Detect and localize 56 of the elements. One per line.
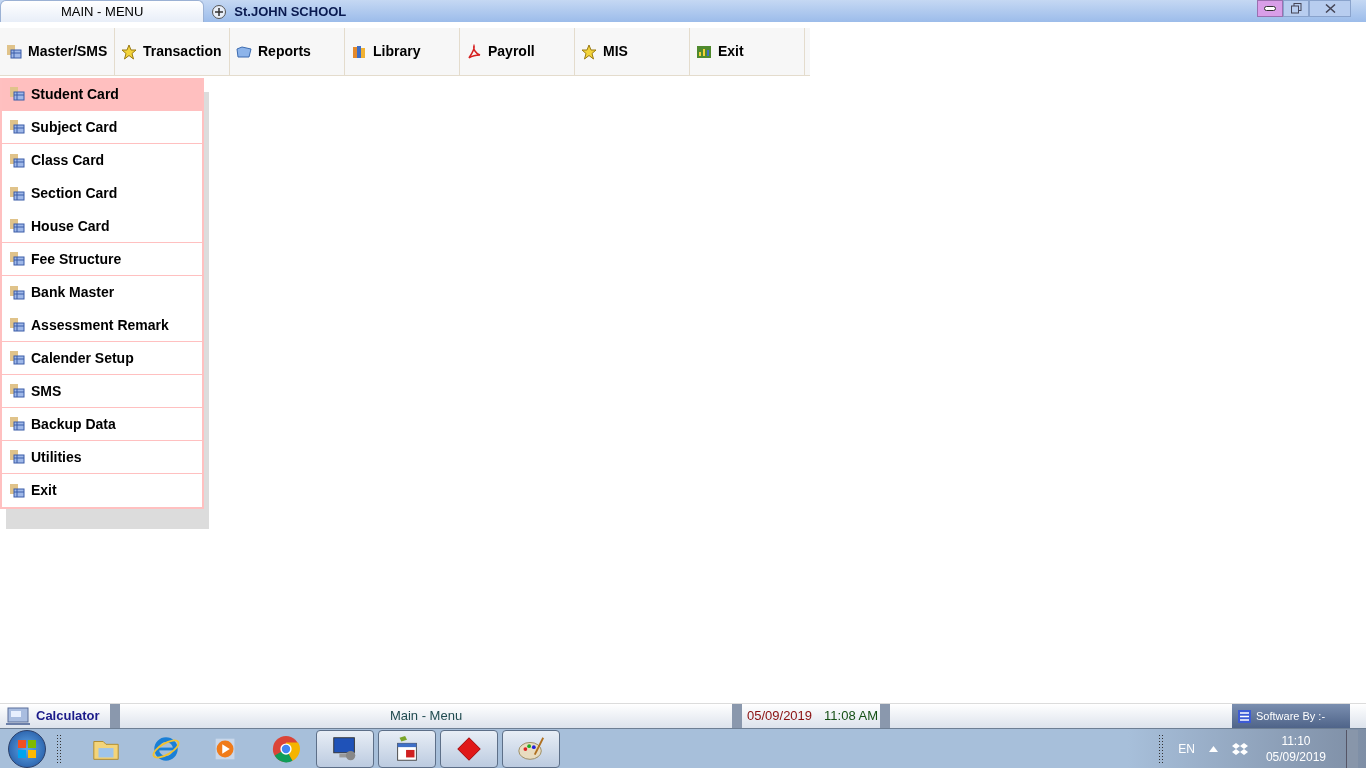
panel-grip bbox=[732, 704, 742, 728]
taskbar-button[interactable] bbox=[502, 729, 560, 768]
show-desktop-button[interactable] bbox=[1346, 729, 1358, 768]
chart-icon bbox=[696, 43, 712, 60]
menu-item[interactable]: Master/SMS bbox=[0, 28, 115, 75]
table-icon bbox=[9, 251, 25, 267]
books-icon bbox=[351, 43, 367, 60]
plus-icon bbox=[212, 5, 227, 19]
close-button[interactable] bbox=[1309, 0, 1351, 17]
table-icon bbox=[9, 284, 25, 301]
table-icon bbox=[9, 317, 25, 333]
window-title: Main - Menu bbox=[388, 707, 464, 726]
table-icon bbox=[9, 86, 25, 102]
list-icon bbox=[1238, 709, 1251, 723]
panel-grip bbox=[110, 704, 120, 728]
table-icon bbox=[9, 416, 25, 432]
folder-icon bbox=[236, 43, 252, 60]
table-icon bbox=[6, 43, 22, 60]
taskbar-button[interactable] bbox=[378, 729, 436, 768]
taskbar-button[interactable] bbox=[316, 729, 374, 768]
star-icon bbox=[121, 43, 137, 60]
close-icon bbox=[1324, 4, 1336, 13]
menu-item[interactable]: Transaction bbox=[115, 28, 230, 75]
restore-button[interactable] bbox=[1283, 0, 1309, 17]
table-icon bbox=[9, 482, 25, 499]
show-hidden-icons-icon[interactable] bbox=[1208, 745, 1218, 752]
tab[interactable]: St.JOHN SCHOOL bbox=[204, 2, 355, 22]
menu-item[interactable]: Exit bbox=[690, 28, 805, 75]
credit-text: Software By :- bbox=[1256, 708, 1326, 724]
pdf-icon bbox=[466, 43, 482, 60]
menu-item[interactable]: Library bbox=[345, 28, 460, 75]
windows-logo bbox=[17, 738, 37, 759]
restore-icon bbox=[1290, 3, 1302, 14]
table-icon bbox=[9, 185, 25, 202]
table-icon bbox=[9, 119, 25, 135]
calculator-label[interactable]: Calculator bbox=[36, 706, 100, 726]
table-icon bbox=[9, 152, 25, 169]
dropdown-item[interactable]: Student Card bbox=[2, 78, 202, 111]
minimize-button[interactable] bbox=[1257, 0, 1283, 17]
calculator-icon bbox=[6, 706, 32, 726]
taskbar-button[interactable] bbox=[440, 729, 498, 768]
menu-item[interactable]: MIS bbox=[575, 28, 690, 75]
table-icon bbox=[9, 449, 25, 465]
chrome-icon bbox=[271, 733, 301, 764]
date-text: 05/09/2019 bbox=[747, 707, 813, 726]
menu-item[interactable]: Payroll bbox=[460, 28, 575, 75]
box-icon[interactable] bbox=[1231, 741, 1248, 756]
table-icon bbox=[9, 350, 25, 366]
menu-item[interactable]: Reports bbox=[230, 28, 345, 75]
star-icon bbox=[581, 43, 597, 60]
start-button[interactable] bbox=[8, 729, 46, 768]
panel-grip bbox=[880, 704, 891, 728]
table-icon bbox=[9, 218, 25, 234]
table-icon bbox=[9, 383, 25, 399]
tab[interactable]: MAIN - MENU bbox=[0, 0, 205, 22]
time-text: 11:08 AM bbox=[824, 707, 879, 726]
